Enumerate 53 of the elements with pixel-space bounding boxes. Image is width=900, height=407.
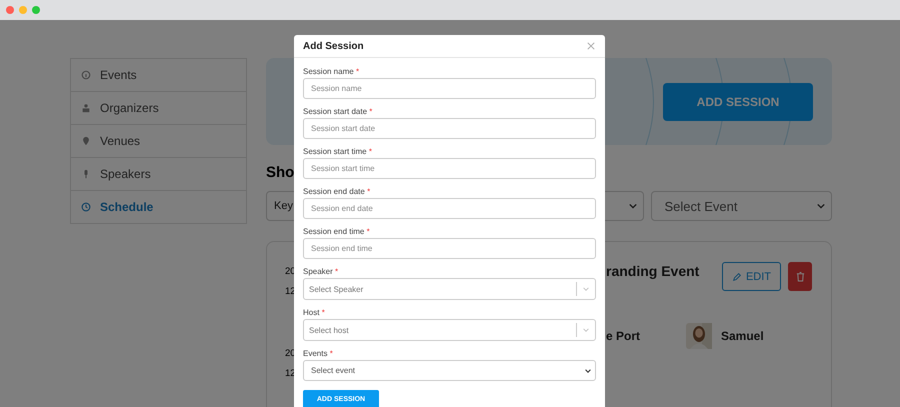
- chevron-down-icon: [585, 368, 591, 372]
- chevron-down-icon: [582, 286, 590, 292]
- field-label: Speaker: [303, 267, 333, 276]
- sidebar-item[interactable]: Schedule: [71, 191, 246, 223]
- pin-icon: [81, 136, 91, 146]
- edit-button[interactable]: EDIT: [722, 262, 781, 291]
- dialog-title: Add Session: [303, 40, 364, 52]
- sidebar-item[interactable]: Speakers: [71, 158, 246, 191]
- person-icon: [81, 103, 91, 113]
- event-title: randing Event: [606, 262, 700, 279]
- delete-button[interactable]: [788, 262, 812, 291]
- required-mark: *: [367, 187, 370, 196]
- required-mark: *: [335, 267, 338, 276]
- required-mark: *: [366, 227, 370, 236]
- page-heading: Sho: [266, 164, 294, 181]
- select-field[interactable]: Select host: [303, 319, 596, 341]
- pencil-icon: [732, 272, 742, 282]
- field-label: Session end date: [303, 187, 365, 196]
- venue-name: e Port: [606, 329, 642, 343]
- sidebar-item[interactable]: Events: [71, 59, 246, 92]
- sidebar-item[interactable]: Organizers: [71, 92, 246, 125]
- input-field[interactable]: Session end time: [303, 238, 596, 259]
- input-field[interactable]: Session start date: [303, 118, 596, 139]
- info-icon: [81, 70, 91, 80]
- field-label: Session end time: [303, 227, 364, 236]
- event-select[interactable]: Select Event: [650, 191, 832, 221]
- input-field[interactable]: Session end date: [303, 198, 596, 219]
- required-mark: *: [369, 107, 372, 116]
- clock-icon: [81, 202, 91, 212]
- field-label: Events: [303, 349, 328, 358]
- select-field[interactable]: Select event: [303, 360, 596, 381]
- trash-icon: [796, 271, 804, 282]
- required-mark: *: [330, 349, 333, 358]
- required-mark: *: [322, 308, 325, 317]
- field-label: Session start date: [303, 107, 368, 116]
- chevron-down-icon: [817, 203, 825, 209]
- field-label: Host: [303, 308, 320, 317]
- add-session-button[interactable]: ADD SESSION: [663, 82, 813, 120]
- close-dot-icon[interactable]: [6, 6, 14, 14]
- chevron-down-icon: [582, 328, 590, 332]
- field-label: Session start time: [303, 147, 367, 156]
- chevron-down-icon: [628, 203, 636, 209]
- input-field[interactable]: Session start time: [303, 158, 596, 179]
- required-mark: *: [368, 147, 372, 156]
- close-icon[interactable]: [587, 42, 595, 50]
- field-label: Session name: [303, 67, 354, 76]
- maximize-dot-icon[interactable]: [32, 6, 40, 14]
- select-field[interactable]: Select Speaker: [303, 278, 596, 300]
- minimize-dot-icon[interactable]: [19, 6, 27, 14]
- speaker-name: Samuel: [721, 329, 764, 343]
- input-field[interactable]: Session name: [303, 78, 596, 99]
- required-mark: *: [356, 67, 360, 76]
- sidebar-item[interactable]: Venues: [71, 125, 246, 158]
